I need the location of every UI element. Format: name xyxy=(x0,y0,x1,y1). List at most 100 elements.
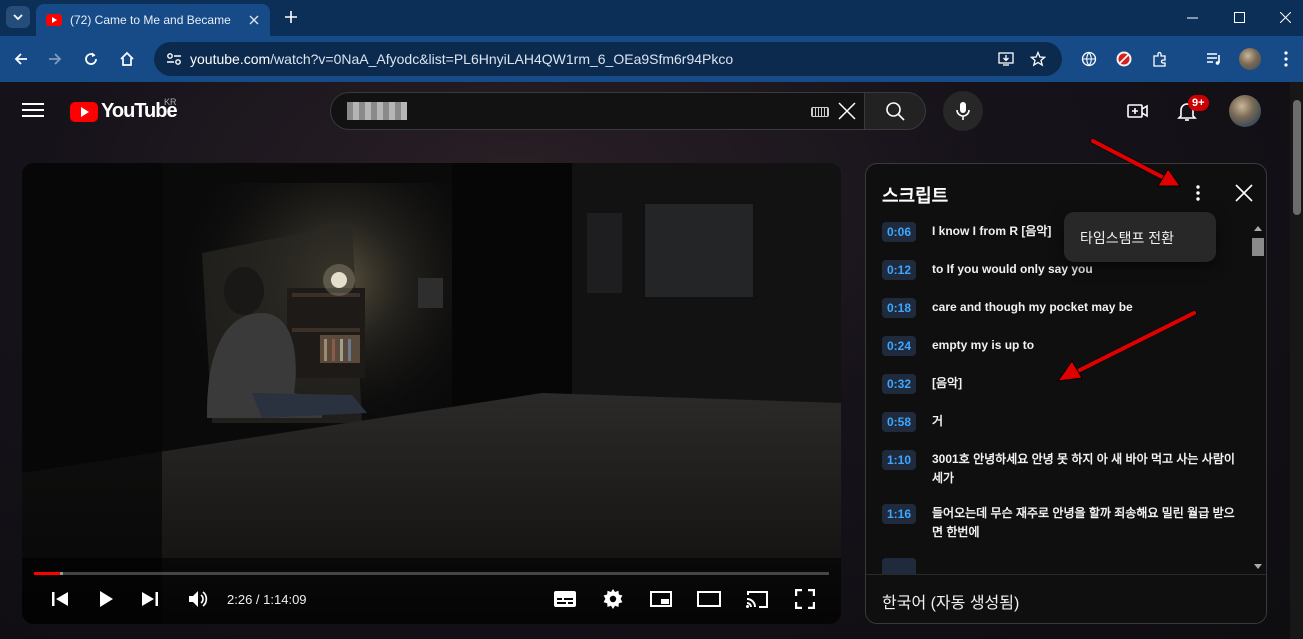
home-icon xyxy=(120,51,134,66)
youtube-logo[interactable]: YouTube xyxy=(70,100,178,123)
extension-icon xyxy=(1116,51,1132,67)
search-clear-button[interactable] xyxy=(837,101,857,121)
reload-button[interactable] xyxy=(80,48,102,70)
install-app-button[interactable] xyxy=(996,49,1016,69)
page-scrollbar[interactable] xyxy=(1290,82,1303,639)
segment-timestamp: 0:18 xyxy=(882,298,916,318)
current-time: 2:26 xyxy=(227,592,253,607)
cast-button[interactable] xyxy=(745,587,769,611)
theater-mode-button[interactable] xyxy=(697,587,721,611)
miniplayer-button[interactable] xyxy=(649,587,673,611)
transcript-segment[interactable]: 1:10 3001호 안녕하세요 안녕 못 하지 아 새 바아 먹고 사는 사람이… xyxy=(882,450,1242,488)
browser-tab-active[interactable]: (72) Came to Me and Became xyxy=(36,4,270,36)
transcript-segment[interactable]: 1:16 들어오는데 무슨 재주로 안녕을 할까 죄송해요 밀린 월급 받으면 한… xyxy=(882,504,1242,542)
address-bar[interactable]: youtube.com/watch?v=0NaA_Afyodc&list=PL6… xyxy=(154,42,1062,76)
transcript-segment[interactable]: 0:24 empty my is up to xyxy=(882,336,1242,356)
previous-button[interactable] xyxy=(48,587,72,611)
browser-menu-button[interactable] xyxy=(1275,48,1297,70)
voice-search-button[interactable] xyxy=(943,91,983,131)
bookmark-star-button[interactable] xyxy=(1028,49,1048,69)
window-close-button[interactable] xyxy=(1273,6,1297,28)
site-info-icon xyxy=(167,53,181,65)
segment-timestamp xyxy=(882,558,916,574)
forward-button[interactable] xyxy=(44,48,66,70)
transcript-segment[interactable]: 0:12 to If you would only say you xyxy=(882,260,1242,280)
create-button[interactable] xyxy=(1126,99,1150,123)
transcript-segment-list[interactable]: 0:06 I know I from R [음악] 0:12 to If you wo… xyxy=(866,222,1254,574)
video-player[interactable]: 2:26 / 1:14:09 xyxy=(22,163,841,624)
home-button[interactable] xyxy=(116,48,138,70)
page-scroll-thumb[interactable] xyxy=(1293,100,1301,215)
transcript-language-selector[interactable]: 한국어 (자동 생성됨) xyxy=(882,589,1019,613)
time-separator: / xyxy=(252,592,264,607)
segment-text: I know I from R [음악] xyxy=(932,224,1052,238)
media-controls-button[interactable] xyxy=(1203,48,1225,70)
transcript-menu-popup: 타임스탬프 전환 xyxy=(1064,212,1216,262)
transcript-close-button[interactable] xyxy=(1232,181,1256,205)
new-tab-button[interactable] xyxy=(280,6,302,28)
duration: 1:14:09 xyxy=(263,592,307,607)
volume-button[interactable] xyxy=(186,587,210,611)
reload-icon xyxy=(85,52,97,65)
close-icon xyxy=(1279,11,1291,23)
tab-search-icon xyxy=(13,14,23,21)
segment-text: empty my is up to xyxy=(932,338,1035,352)
search-icon xyxy=(886,102,905,121)
region-code: KR xyxy=(164,97,177,107)
video-frame[interactable] xyxy=(22,163,841,624)
youtube-logo-icon xyxy=(70,101,98,122)
youtube-favicon-icon xyxy=(46,14,62,26)
extensions-button[interactable] xyxy=(1149,48,1171,70)
browser-toolbar: youtube.com/watch?v=0NaA_Afyodc&list=PL6… xyxy=(0,36,1303,82)
youtube-watch-page: YouTube KR 9+ 2:26 / 1:14:09 스크립트 0:06 I… xyxy=(0,82,1290,639)
blocker-extension-button[interactable] xyxy=(1113,48,1135,70)
time-display: 2:26 / 1:14:09 xyxy=(227,592,307,607)
tab-title: (72) Came to Me and Became xyxy=(70,13,231,27)
transcript-more-button[interactable] xyxy=(1186,181,1210,205)
menu-icon xyxy=(22,103,44,105)
transcript-segment[interactable]: 0:18 care and though my pocket may be xyxy=(882,298,1242,318)
back-button[interactable] xyxy=(10,48,32,70)
tab-close-button[interactable] xyxy=(246,12,262,28)
play-button[interactable] xyxy=(94,587,118,611)
progress-played xyxy=(34,572,61,575)
settings-icon xyxy=(603,589,623,609)
segment-text: [음악] xyxy=(932,376,963,390)
search-button[interactable] xyxy=(864,92,926,130)
url-text: youtube.com/watch?v=0NaA_Afyodc&list=PL6… xyxy=(190,51,733,67)
guide-menu-button[interactable] xyxy=(22,100,44,120)
transcript-segment[interactable]: 0:58 거 xyxy=(882,412,1242,432)
puzzle-icon xyxy=(1153,51,1166,67)
segment-text: 들어오는데 무슨 재주로 안녕을 할까 죄송해요 밀린 월급 받으면 한번에 xyxy=(932,506,1235,539)
toggle-timestamps-menu-item[interactable]: 타임스탬프 전환 xyxy=(1080,228,1174,248)
search-input-value-redacted xyxy=(347,102,407,120)
scroll-down-arrow-icon[interactable] xyxy=(1254,564,1262,569)
transcript-segment[interactable]: 0:32 [음악] xyxy=(882,374,1242,394)
globe-icon xyxy=(1081,51,1097,67)
maximize-button[interactable] xyxy=(1227,6,1251,28)
translate-extension-button[interactable] xyxy=(1078,48,1100,70)
segment-timestamp: 1:10 xyxy=(882,450,916,470)
next-button[interactable] xyxy=(138,587,162,611)
keyboard-icon[interactable] xyxy=(811,107,829,117)
search-input[interactable] xyxy=(330,92,865,130)
segment-text: care and though my pocket may be xyxy=(932,300,1133,314)
scroll-up-arrow-icon[interactable] xyxy=(1254,226,1262,231)
forward-icon xyxy=(49,53,62,65)
segment-timestamp: 0:32 xyxy=(882,374,916,394)
tab-search-button[interactable] xyxy=(6,6,30,28)
site-info-button[interactable] xyxy=(164,49,184,69)
scroll-thumb[interactable] xyxy=(1252,238,1264,256)
transcript-panel: 스크립트 0:06 I know I from R [음악] 0:12 to If y… xyxy=(865,163,1267,624)
profile-button[interactable] xyxy=(1239,48,1261,70)
segment-text: to If you would only say you xyxy=(932,262,1093,276)
progress-bar[interactable] xyxy=(34,572,829,575)
back-icon xyxy=(14,53,27,65)
fullscreen-button[interactable] xyxy=(793,587,817,611)
subtitles-button[interactable] xyxy=(553,587,577,611)
settings-button[interactable] xyxy=(601,587,625,611)
transcript-scrollbar[interactable] xyxy=(1252,224,1264,574)
account-avatar[interactable] xyxy=(1229,95,1261,127)
minimize-button[interactable] xyxy=(1180,6,1204,28)
transcript-segment[interactable] xyxy=(882,558,1242,574)
